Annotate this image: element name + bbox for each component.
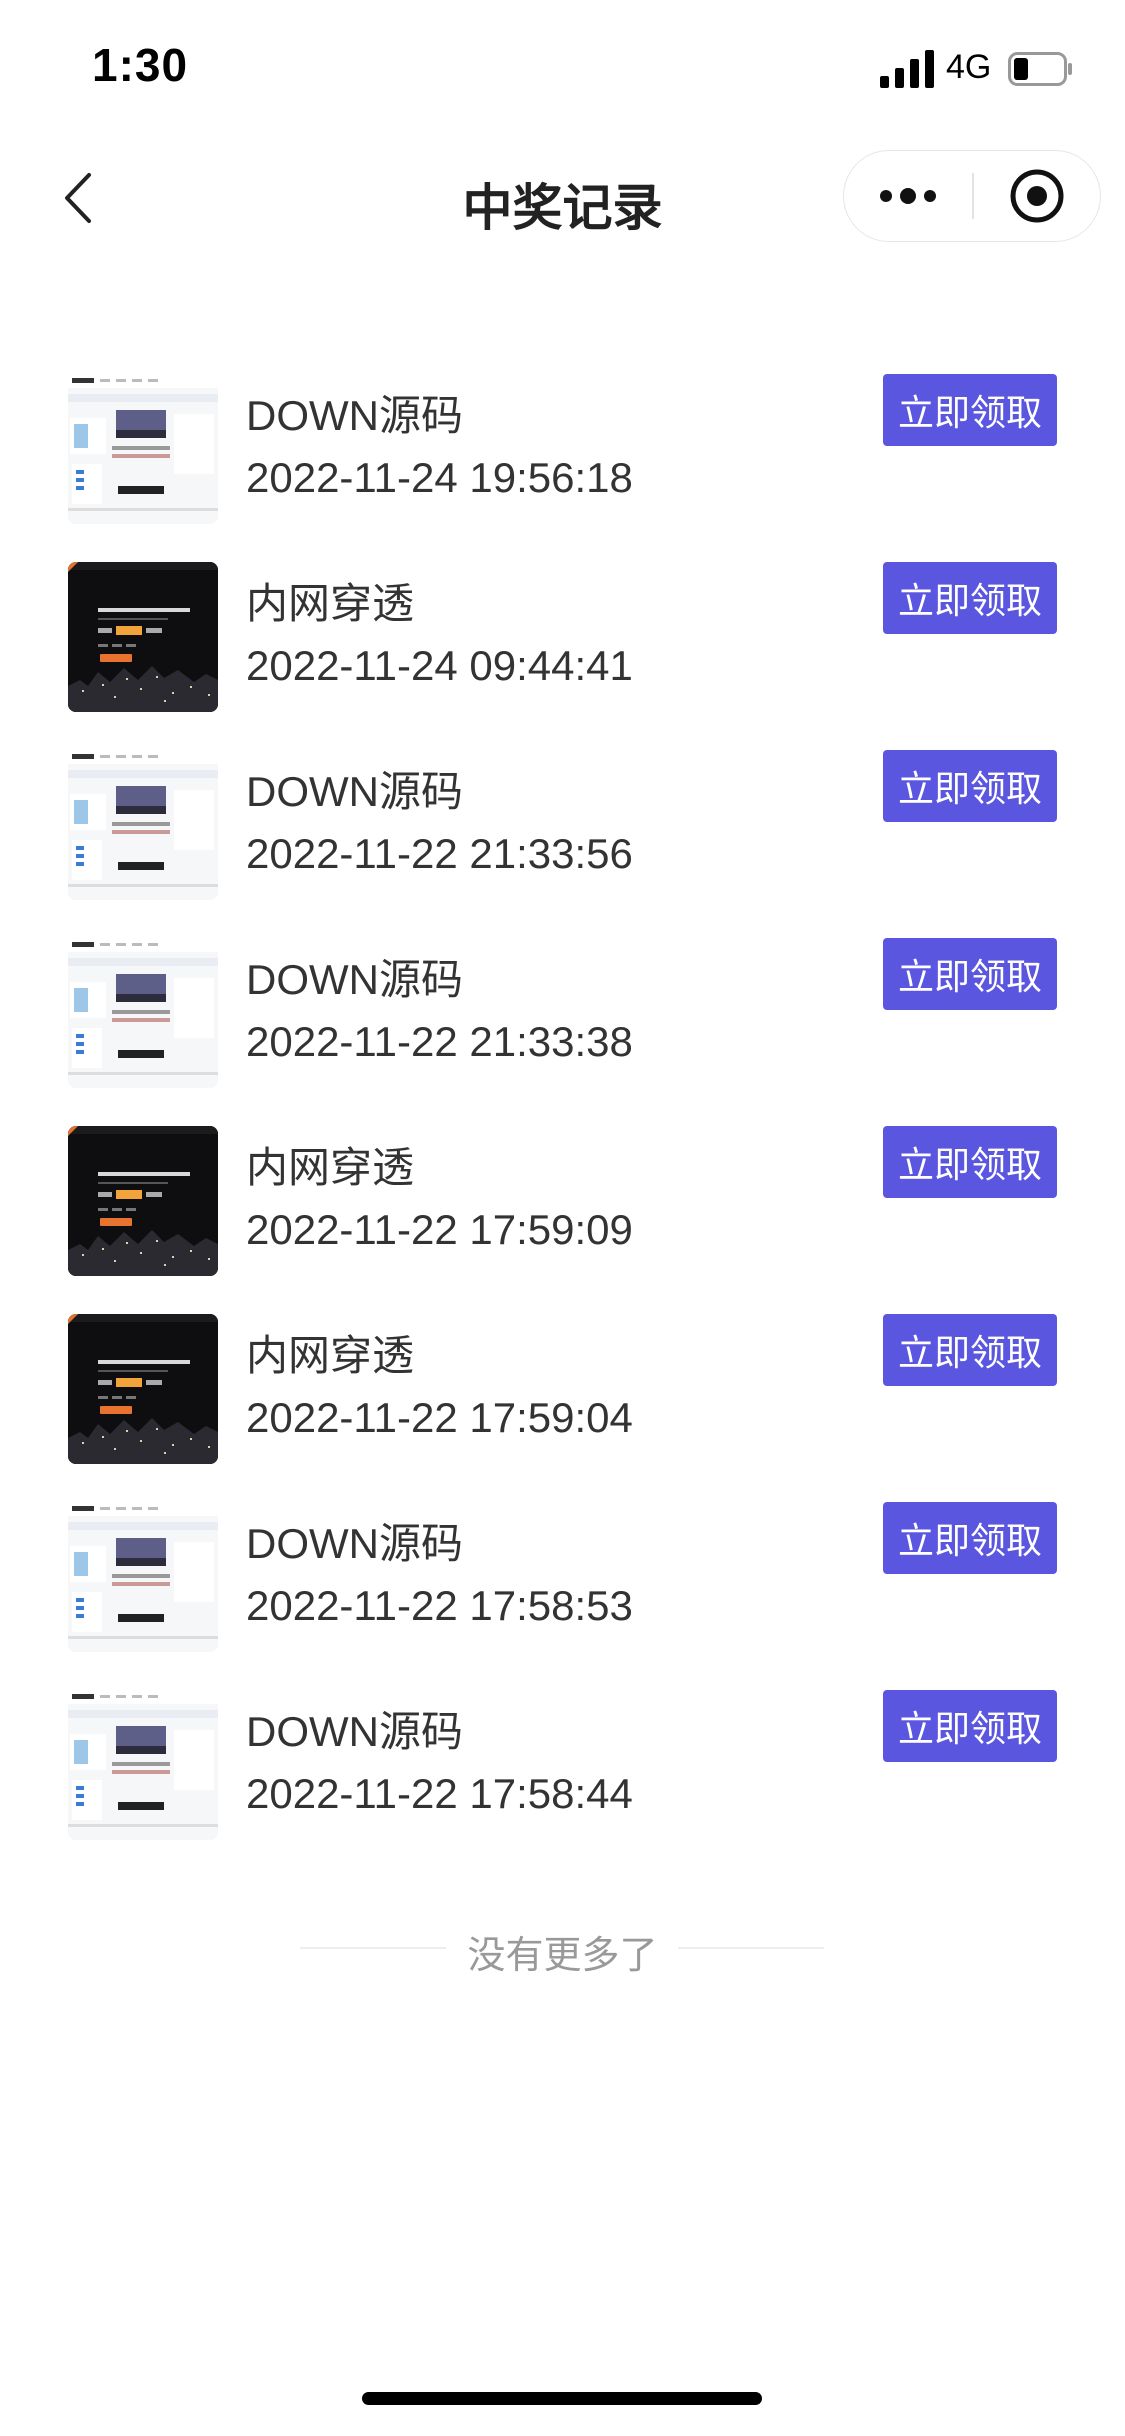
more-icon (880, 187, 936, 204)
win-time: 2022-11-24 19:56:18 (246, 454, 633, 501)
thumbnail-image (68, 1126, 218, 1276)
status-bar: 1:30 4G (0, 0, 1125, 140)
prize-name: 内网穿透 (246, 1332, 415, 1379)
prize-name: DOWN源码 (246, 1708, 463, 1755)
list-item: DOWN源码 2022-11-22 21:33:56 立即领取 (0, 736, 1125, 900)
close-button[interactable] (974, 151, 1099, 240)
status-time: 1:30 (92, 39, 189, 91)
thumbnail-image (68, 750, 218, 900)
prize-name: 内网穿透 (246, 1144, 415, 1191)
win-time: 2022-11-22 21:33:38 (246, 1018, 633, 1065)
thumbnail-image (68, 562, 218, 712)
more-button[interactable] (844, 151, 972, 240)
list-item: DOWN源码 2022-11-24 19:56:18 立即领取 (0, 360, 1125, 524)
end-of-list: 没有更多了 (0, 1918, 1125, 1978)
claim-button[interactable]: 立即领取 (883, 1314, 1057, 1386)
claim-button[interactable]: 立即领取 (883, 750, 1057, 822)
prize-name: DOWN源码 (246, 956, 463, 1003)
win-time: 2022-11-22 21:33:56 (246, 830, 633, 877)
claim-button[interactable]: 立即领取 (883, 1690, 1057, 1762)
claim-button[interactable]: 立即领取 (883, 374, 1057, 446)
prize-thumbnail (68, 562, 218, 712)
signal-icon (880, 50, 934, 88)
thumbnail-image (68, 374, 218, 524)
thumbnail-image (68, 1690, 218, 1840)
prize-thumbnail (68, 374, 218, 524)
list-item: DOWN源码 2022-11-22 21:33:38 立即领取 (0, 924, 1125, 1088)
end-text: 没有更多了 (467, 1935, 658, 1977)
list-item: 内网穿透 2022-11-22 17:59:04 立即领取 (0, 1300, 1125, 1464)
prize-thumbnail (68, 1314, 218, 1464)
mini-program-capsule (843, 150, 1101, 242)
list-item: 内网穿透 2022-11-22 17:59:09 立即领取 (0, 1112, 1125, 1276)
battery-icon (1008, 52, 1072, 86)
win-time: 2022-11-22 17:58:44 (246, 1770, 633, 1817)
list-item: DOWN源码 2022-11-22 17:58:53 立即领取 (0, 1488, 1125, 1652)
thumbnail-image (68, 1314, 218, 1464)
screen: 1:30 4G 中奖记录 DOWN源码 2022-11-24 19:56:18 … (0, 0, 1125, 2436)
win-time: 2022-11-24 09:44:41 (246, 642, 633, 689)
prize-thumbnail (68, 938, 218, 1088)
close-target-icon (1010, 169, 1063, 222)
prize-thumbnail (68, 1690, 218, 1840)
claim-button[interactable]: 立即领取 (883, 1502, 1057, 1574)
claim-button[interactable]: 立即领取 (883, 562, 1057, 634)
prize-thumbnail (68, 1502, 218, 1652)
win-time: 2022-11-22 17:58:53 (246, 1582, 633, 1629)
prize-name: DOWN源码 (246, 768, 463, 815)
prize-name: DOWN源码 (246, 1520, 463, 1567)
list-item: DOWN源码 2022-11-22 17:58:44 立即领取 (0, 1676, 1125, 1840)
win-time: 2022-11-22 17:59:04 (246, 1394, 633, 1441)
home-indicator (362, 2392, 762, 2405)
thumbnail-image (68, 1502, 218, 1652)
win-time: 2022-11-22 17:59:09 (246, 1206, 633, 1253)
network-type: 4G (946, 48, 992, 86)
prize-thumbnail (68, 1126, 218, 1276)
claim-button[interactable]: 立即领取 (883, 1126, 1057, 1198)
claim-button[interactable]: 立即领取 (883, 938, 1057, 1010)
end-line-right (678, 1947, 824, 1949)
prize-name: 内网穿透 (246, 580, 415, 627)
prize-thumbnail (68, 750, 218, 900)
prize-name: DOWN源码 (246, 392, 463, 439)
list-item: 内网穿透 2022-11-24 09:44:41 立即领取 (0, 548, 1125, 712)
thumbnail-image (68, 938, 218, 1088)
nav-bar: 中奖记录 (0, 140, 1125, 260)
